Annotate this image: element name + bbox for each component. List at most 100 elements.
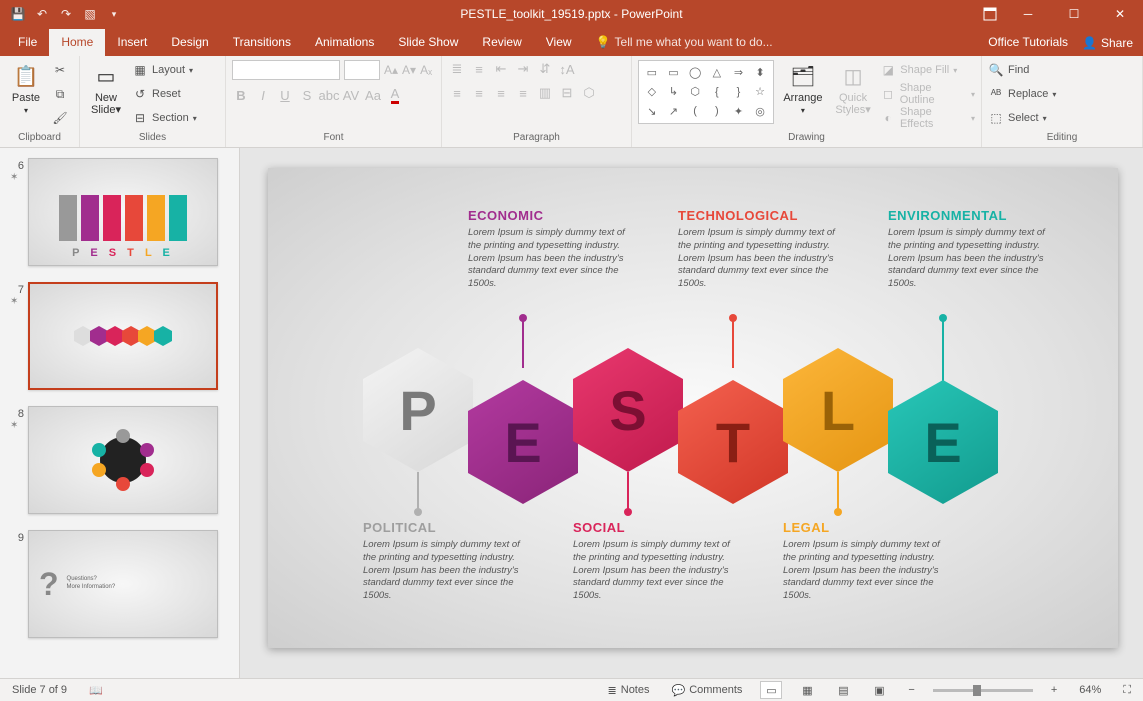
shape-outline-button[interactable]: ◻Shape Outline▾ [880,84,975,104]
align-center-icon[interactable]: ≡ [470,84,488,102]
italic-icon[interactable]: I [254,86,272,104]
change-case-icon[interactable]: Aa [364,86,382,104]
strikethrough-icon[interactable]: S [298,86,316,104]
section-icon: ⊟ [132,110,148,126]
notes-button[interactable]: ≣Notes [604,684,654,697]
maximize-button[interactable]: ☐ [1051,0,1097,28]
zoom-knob[interactable] [973,685,981,696]
tab-review[interactable]: Review [470,29,533,56]
connector-dot [414,508,422,516]
redo-icon[interactable]: ↷ [58,6,74,22]
increase-indent-icon[interactable]: ⇥ [514,60,532,78]
text-direction-icon[interactable]: ↕A [558,60,576,78]
zoom-slider[interactable] [933,689,1033,692]
replace-button[interactable]: ᴬᴮReplace▾ [988,84,1056,104]
zoom-out-button[interactable]: − [904,684,918,696]
category-text: Lorem Ipsum is simply dummy text of the … [678,227,848,291]
close-button[interactable]: ✕ [1097,0,1143,28]
tab-design[interactable]: Design [159,29,220,56]
smartart-icon[interactable]: ⬡ [580,84,598,102]
comments-button[interactable]: 💬Comments [668,684,747,697]
clear-formatting-icon[interactable]: Aₓ [420,63,432,77]
share-icon: 👤 [1082,36,1097,50]
tab-animations[interactable]: Animations [303,29,386,56]
minimize-button[interactable]: ─ [1005,0,1051,28]
window-title: PESTLE_toolkit_19519.pptx - PowerPoint [460,7,682,21]
tab-file[interactable]: File [6,29,49,56]
reading-view-button[interactable]: ▤ [832,681,854,699]
tab-insert[interactable]: Insert [105,29,159,56]
tab-view[interactable]: View [534,29,584,56]
new-slide-label: NewSlide▾ [91,92,121,116]
ribbon-display-options-icon[interactable] [975,0,1005,28]
comments-icon: 💬 [672,684,686,697]
save-icon[interactable]: 💾 [10,6,26,22]
tab-slideshow[interactable]: Slide Show [386,29,470,56]
font-color-icon[interactable]: A [386,86,404,104]
copy-icon: ⧉ [52,86,68,102]
bold-icon[interactable]: B [232,86,250,104]
shape-rect-icon: ▭ [647,66,657,79]
new-slide-button[interactable]: ▭ NewSlide▾ [86,60,126,118]
thumbnail-6[interactable]: 6 ✶ P E S T L E [0,154,239,278]
share-button[interactable]: 👤 Share [1082,36,1133,50]
share-label: Share [1101,36,1133,50]
reset-button[interactable]: ↺Reset [132,84,197,104]
slideshow-view-button[interactable]: ▣ [868,681,890,699]
find-button[interactable]: 🔍Find [988,60,1056,80]
columns-icon[interactable]: ▥ [536,84,554,102]
shape-effects-button[interactable]: ◐Shape Effects▾ [880,108,975,128]
shape-fill-button[interactable]: ◪Shape Fill▾ [880,60,975,80]
zoom-level[interactable]: 64% [1075,684,1105,696]
thumbnail-9[interactable]: 9 ? Questions? More Information? [0,526,239,650]
hex-s: S [573,348,683,472]
align-text-icon[interactable]: ⊟ [558,84,576,102]
bullets-icon[interactable]: ≣ [448,60,466,78]
start-from-beginning-icon[interactable]: ▧ [82,6,98,22]
select-button[interactable]: ⬚Select▾ [988,108,1056,128]
paste-button[interactable]: 📋 Paste ▾ [6,60,46,117]
undo-icon[interactable]: ↶ [34,6,50,22]
thumbnail-7[interactable]: 7 ✶ [0,278,239,402]
section-label: Section [152,112,189,124]
category-text: Lorem Ipsum is simply dummy text of the … [573,539,743,603]
char-spacing-icon[interactable]: AV [342,86,360,104]
align-right-icon[interactable]: ≡ [492,84,510,102]
section-button[interactable]: ⊟Section▾ [132,108,197,128]
font-family-select[interactable] [232,60,340,80]
shrink-font-icon[interactable]: A▾ [402,63,416,77]
slide-canvas-area[interactable]: ECONOMIC Lorem Ipsum is simply dummy tex… [240,148,1143,678]
tab-home[interactable]: Home [49,29,105,56]
font-size-select[interactable] [344,60,380,80]
copy-button[interactable]: ⧉ [52,84,68,104]
slide-sorter-view-button[interactable]: ▦ [796,681,818,699]
align-left-icon[interactable]: ≡ [448,84,466,102]
tab-transitions[interactable]: Transitions [221,29,303,56]
thumbnail-8[interactable]: 8 ✶ [0,402,239,526]
underline-icon[interactable]: U [276,86,294,104]
slide-counter[interactable]: Slide 7 of 9 [8,684,71,696]
zoom-in-button[interactable]: + [1047,684,1061,696]
line-spacing-icon[interactable]: ⇵ [536,60,554,78]
shadow-icon[interactable]: abc [320,86,338,104]
spell-check-icon[interactable]: 📖 [85,684,107,697]
quick-styles-button[interactable]: ◫ QuickStyles▾ [832,60,874,118]
arrange-button[interactable]: 🗂 Arrange ▾ [780,60,826,117]
fit-to-window-button[interactable]: ⛶ [1119,684,1135,697]
tell-me-search[interactable]: 💡 Tell me what you want to do... [584,29,785,56]
layout-label: Layout [152,64,185,76]
shapes-gallery[interactable]: ▭▭◯△⇒⬍ ◇↳⬡{}☆ ↘↗()✦◎ [638,60,774,124]
grow-font-icon[interactable]: A▴ [384,63,398,77]
office-tutorials-link[interactable]: Office Tutorials [976,29,1074,56]
normal-view-button[interactable]: ▭ [760,681,782,699]
connector-dot [834,508,842,516]
format-painter-button[interactable]: 🖌 [52,108,68,128]
cut-button[interactable]: ✂ [52,60,68,80]
layout-button[interactable]: ▦Layout▾ [132,60,197,80]
qat-customize-icon[interactable]: ▾ [106,6,122,22]
justify-icon[interactable]: ≡ [514,84,532,102]
group-paragraph-label: Paragraph [448,132,625,145]
decrease-indent-icon[interactable]: ⇤ [492,60,510,78]
group-clipboard-label: Clipboard [6,132,73,145]
numbering-icon[interactable]: ≡ [470,60,488,78]
